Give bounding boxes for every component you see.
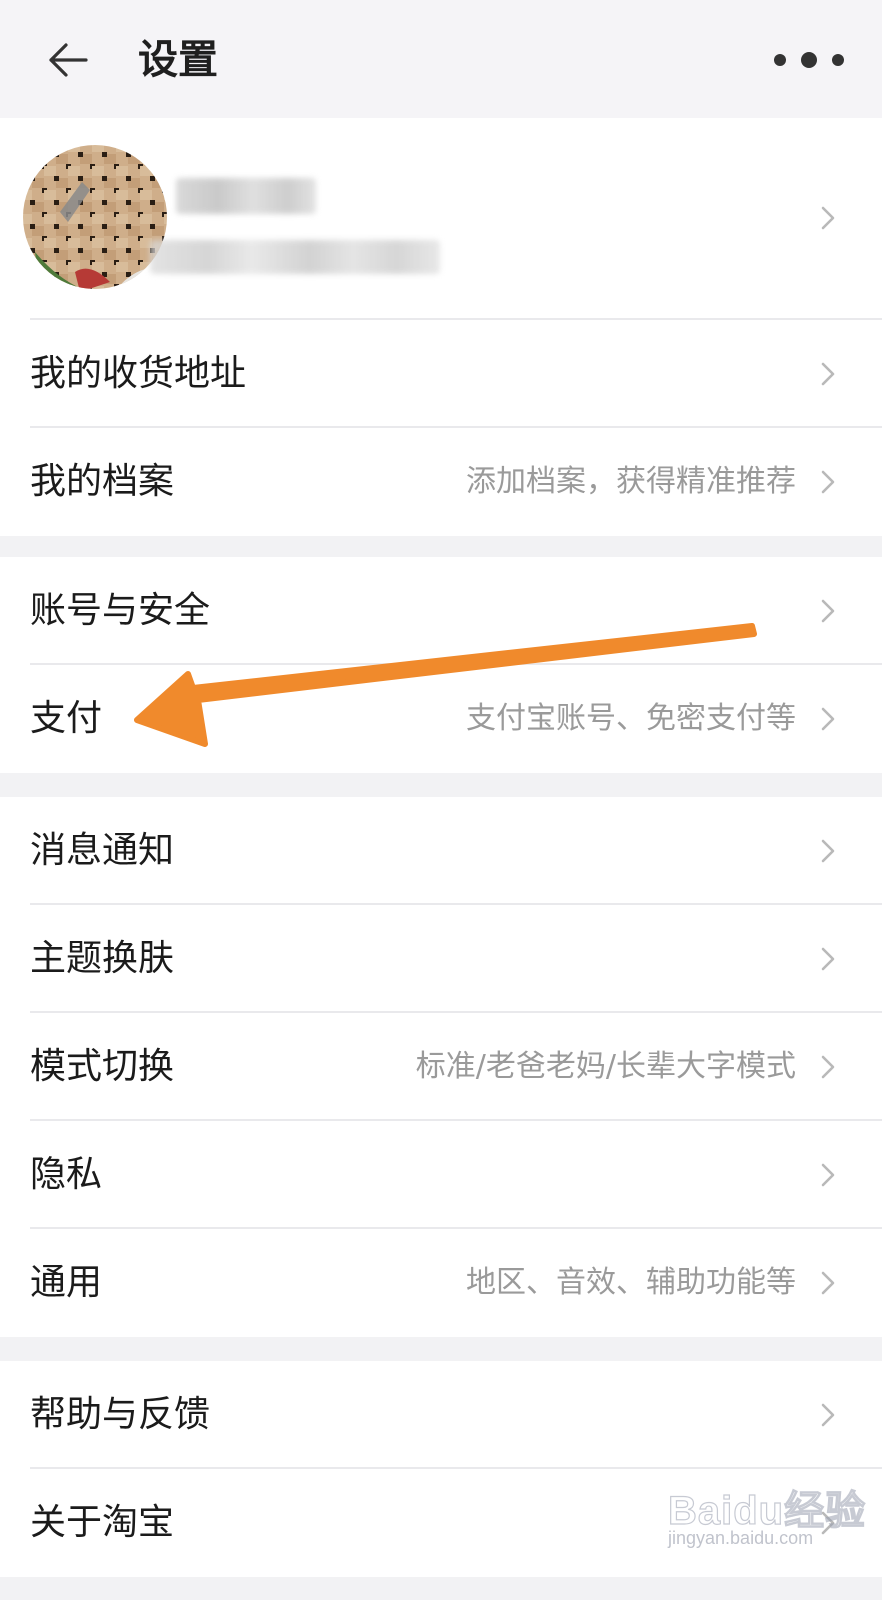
row-label: 通用 (30, 1262, 103, 1303)
more-button[interactable] (774, 36, 844, 84)
chevron-right-icon (821, 206, 835, 230)
more-dot-middle (801, 52, 817, 68)
row-label: 支付 (30, 698, 103, 739)
chevron-right-icon (821, 1271, 835, 1295)
account-id-blurred (150, 240, 440, 274)
row-label: 主题换肤 (30, 938, 175, 979)
row-hint: 标准/老爸老妈/长辈大字模式 (415, 1049, 796, 1084)
row-my-archive[interactable]: 我的档案 添加档案，获得精准推荐 (0, 428, 882, 536)
row-privacy[interactable]: 隐私 (0, 1121, 882, 1229)
back-button[interactable] (36, 30, 100, 90)
row-help-feedback[interactable]: 帮助与反馈 (0, 1361, 882, 1469)
row-label: 关于淘宝 (30, 1502, 175, 1543)
more-dot-right (832, 54, 844, 66)
row-notifications[interactable]: 消息通知 (0, 797, 882, 905)
row-mode-switch[interactable]: 模式切换 标准/老爸老妈/长辈大字模式 (0, 1013, 882, 1121)
row-payment[interactable]: 支付 支付宝账号、免密支付等 (0, 665, 882, 773)
arrow-left-icon (49, 43, 88, 77)
row-label: 账号与安全 (30, 590, 211, 631)
chevron-right-icon (821, 470, 835, 494)
row-label: 隐私 (30, 1154, 103, 1195)
section-preferences: 消息通知 主题换肤 模式切换 标准/老爸老妈/长辈大字模式 隐私 通用 地区、音… (0, 797, 882, 1337)
chevron-right-icon (821, 839, 835, 863)
top-bar: 设置 (0, 0, 882, 118)
chevron-right-icon (821, 707, 835, 731)
baidu-watermark: Baidu经验 jingyan.baidu.com (667, 1478, 868, 1568)
row-label: 消息通知 (30, 830, 175, 871)
username-blurred (176, 178, 316, 214)
row-hint: 添加档案，获得精准推荐 (466, 464, 796, 499)
chevron-right-icon (821, 362, 835, 386)
chevron-right-icon (821, 599, 835, 623)
row-hint: 支付宝账号、免密支付等 (466, 701, 796, 736)
row-account-security[interactable]: 账号与安全 (0, 557, 882, 665)
row-hint: 地区、音效、辅助功能等 (466, 1265, 796, 1300)
chevron-right-icon (821, 1163, 835, 1187)
chevron-right-icon (821, 947, 835, 971)
chevron-right-icon (821, 1055, 835, 1079)
row-theme-skin[interactable]: 主题换肤 (0, 905, 882, 1013)
watermark-url: jingyan.baidu.com (668, 1528, 814, 1548)
avatar[interactable] (20, 142, 170, 292)
row-general[interactable]: 通用 地区、音效、辅助功能等 (0, 1229, 882, 1337)
more-dots-icon (774, 54, 786, 66)
section-account: 账号与安全 支付 支付宝账号、免密支付等 (0, 557, 882, 773)
page-title: 设置 (138, 37, 218, 83)
row-label: 我的档案 (30, 461, 175, 502)
row-label: 模式切换 (30, 1046, 175, 1087)
chevron-right-icon (821, 1403, 835, 1427)
row-label: 帮助与反馈 (30, 1394, 211, 1435)
row-shipping-address[interactable]: 我的收货地址 (0, 320, 882, 428)
row-label: 我的收货地址 (30, 353, 247, 394)
